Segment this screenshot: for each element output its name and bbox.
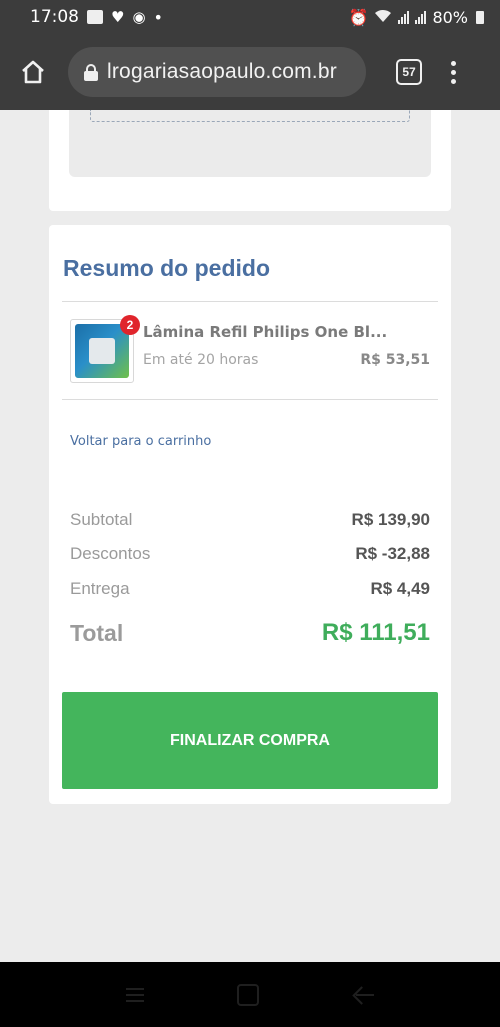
subtotal-value: R$ 139,90	[351, 510, 430, 529]
signal-icon-2	[415, 10, 427, 24]
status-time: 17:08	[30, 7, 79, 27]
delivery-value: R$ 4,49	[370, 579, 430, 598]
subtotal-label: Subtotal	[70, 510, 133, 529]
order-summary-card: Resumo do pedido 2 Lâmina Refil Philips …	[49, 225, 451, 804]
signal-icon-1	[398, 10, 410, 24]
total-label: Total	[70, 620, 124, 646]
divider	[62, 301, 438, 302]
discounts-label: Descontos	[70, 544, 151, 563]
home-icon	[22, 60, 44, 84]
previous-section-input[interactable]	[90, 110, 410, 122]
gallery-notification-icon	[87, 10, 103, 24]
home-button[interactable]	[18, 57, 48, 87]
browser-toolbar: lrogariasaopaulo.com.br 57	[0, 34, 500, 110]
overflow-menu-button[interactable]	[450, 60, 456, 84]
product-delivery-time: Em até 20 horas	[143, 352, 259, 368]
messenger-notification-icon: ◉	[132, 8, 146, 26]
quantity-badge: 2	[120, 315, 140, 335]
url-text: lrogariasaopaulo.com.br	[107, 60, 337, 83]
alarm-icon: ⏰	[348, 7, 369, 27]
back-arrow-icon[interactable]	[352, 984, 374, 1006]
finalize-purchase-button[interactable]: FINALIZAR COMPRA	[62, 692, 438, 789]
status-bar: 17:08 ♥ ◉ • ⏰ 80%	[0, 0, 500, 34]
order-summary-title: Resumo do pedido	[63, 255, 270, 281]
discounts-value: R$ -32,88	[355, 544, 430, 563]
delivery-label: Entrega	[70, 579, 130, 598]
tab-switcher-button[interactable]: 57	[396, 59, 422, 85]
address-bar[interactable]: lrogariasaopaulo.com.br	[68, 47, 366, 97]
product-name: Lâmina Refil Philips One Bl...	[143, 323, 388, 341]
heart-notification-icon: ♥	[111, 8, 125, 26]
more-notifications-icon: •	[153, 7, 163, 27]
total-value: R$ 111,51	[321, 619, 430, 646]
battery-percentage: 80%	[432, 7, 468, 27]
previous-section-panel	[69, 110, 431, 177]
product-price: R$ 53,51	[360, 352, 430, 368]
home-nav-icon[interactable]	[236, 983, 259, 1006]
divider	[62, 399, 438, 400]
previous-section-card	[49, 110, 451, 211]
lock-icon	[84, 63, 98, 81]
recent-apps-icon[interactable]	[126, 987, 145, 1002]
system-navigation-bar	[0, 962, 500, 1027]
battery-icon	[476, 10, 484, 24]
product-image	[75, 324, 129, 378]
product-thumbnail: 2	[70, 315, 140, 383]
wifi-icon	[374, 8, 392, 27]
back-to-cart-link[interactable]: Voltar para o carrinho	[70, 434, 211, 449]
